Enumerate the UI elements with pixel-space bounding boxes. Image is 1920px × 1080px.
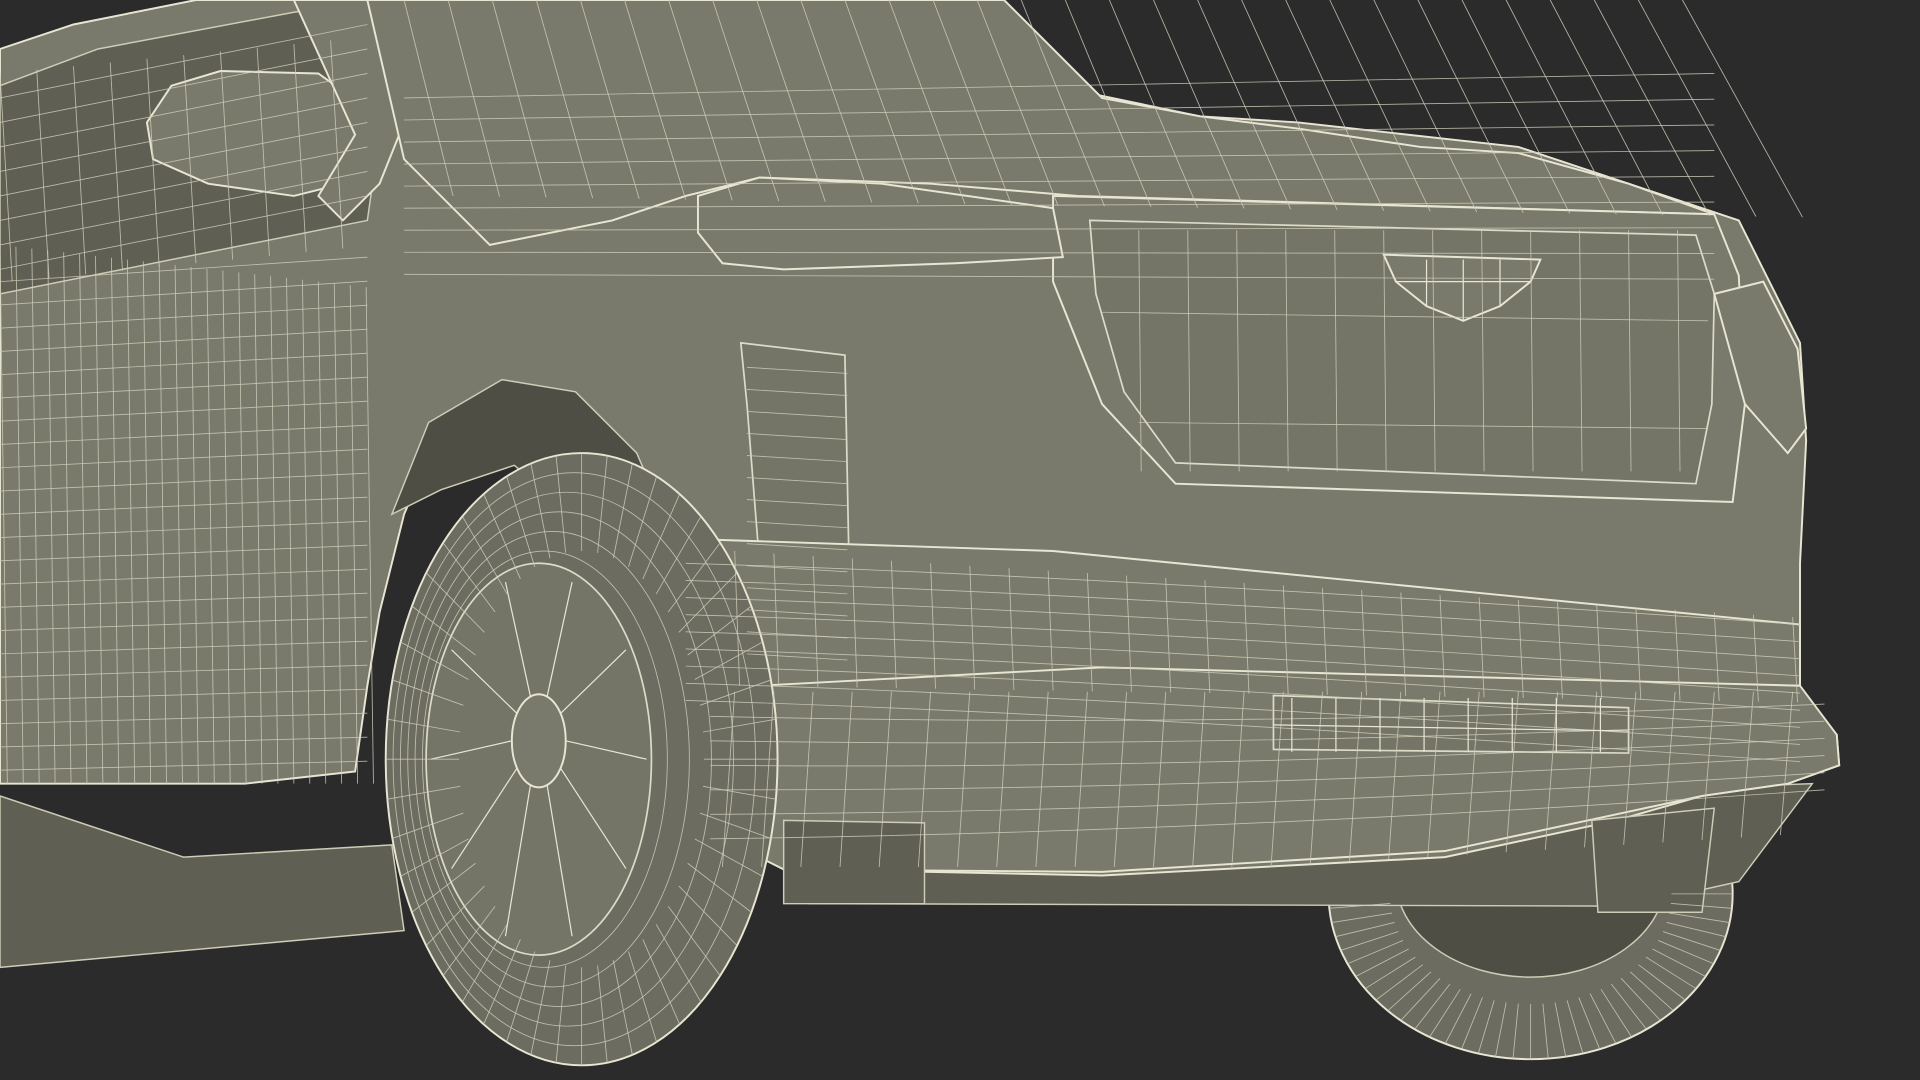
render-viewport (0, 0, 1920, 1080)
skid-block-left (782, 819, 926, 905)
front-hub (510, 693, 567, 789)
wireframe-render (0, 0, 1841, 1067)
grille (1052, 194, 1746, 504)
skid-block-right (1591, 807, 1716, 913)
